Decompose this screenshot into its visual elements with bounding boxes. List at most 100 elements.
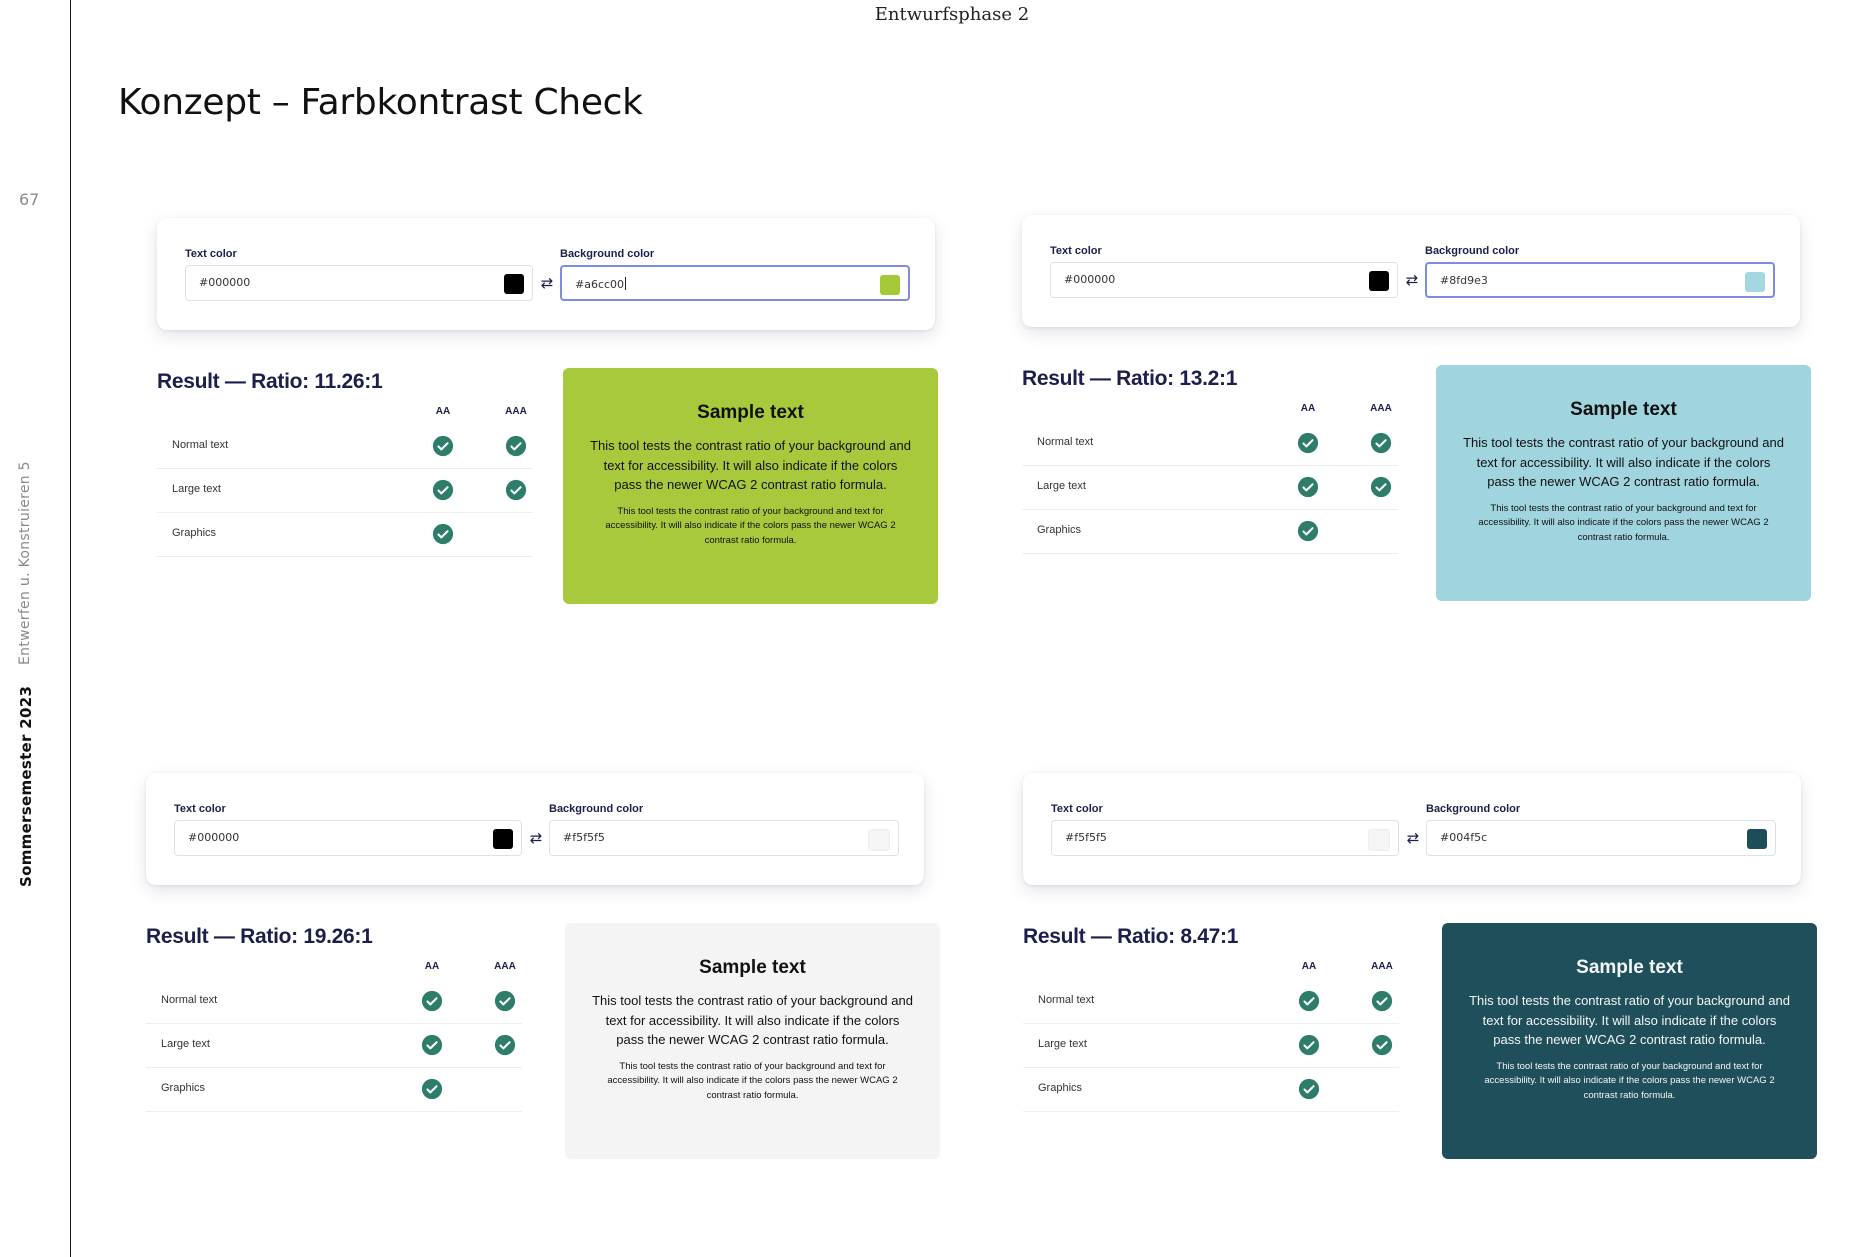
criteria-label: Graphics bbox=[172, 527, 217, 539]
text-color-swatch[interactable] bbox=[504, 274, 524, 294]
background-color-field[interactable]: #a6cc00 bbox=[560, 265, 910, 301]
text-color-field[interactable]: #000000 bbox=[185, 265, 533, 301]
check-circle-icon bbox=[1297, 476, 1319, 498]
background-color-label: Background color bbox=[1426, 803, 1521, 815]
background-color-label: Background color bbox=[560, 248, 655, 260]
criteria-label: Graphics bbox=[1038, 1082, 1083, 1094]
background-color-swatch[interactable] bbox=[1747, 829, 1767, 849]
criteria-row: Large text bbox=[1022, 465, 1398, 510]
level-aa-header: AA bbox=[1300, 403, 1316, 414]
text-color-field[interactable]: #000000 bbox=[1050, 262, 1398, 298]
text-color-value: #000000 bbox=[188, 831, 240, 844]
check-circle-icon bbox=[1371, 990, 1393, 1012]
text-color-value: #f5f5f5 bbox=[1065, 831, 1107, 844]
background-color-swatch[interactable] bbox=[880, 275, 900, 295]
criteria-row: Normal text bbox=[1022, 421, 1398, 466]
check-circle-icon bbox=[1298, 1078, 1320, 1100]
running-head: Entwurfsphase 2 bbox=[874, 4, 1030, 25]
color-input-card: Text color #000000 ⇄ Background color #f… bbox=[146, 773, 924, 885]
color-input-card: Text color #f5f5f5 ⇄ Background color #0… bbox=[1023, 773, 1801, 885]
text-color-swatch[interactable] bbox=[1368, 829, 1390, 851]
background-color-value: #004f5c bbox=[1440, 831, 1487, 844]
text-color-label: Text color bbox=[174, 803, 226, 815]
check-circle-icon bbox=[505, 435, 527, 457]
check-circle-icon bbox=[1298, 1034, 1320, 1056]
side-course-label: Entwerfen u. Konstruieren 5 bbox=[17, 461, 33, 665]
check-circle-icon bbox=[1298, 990, 1320, 1012]
page-title: Konzept – Farbkontrast Check bbox=[118, 82, 643, 123]
check-circle-icon bbox=[494, 990, 516, 1012]
criteria-row: Large text bbox=[146, 1023, 522, 1068]
sample-small-text: This tool tests the contrast ratio of yo… bbox=[1478, 502, 1769, 543]
check-circle-icon bbox=[432, 435, 454, 457]
criteria-row: Large text bbox=[1023, 1023, 1399, 1068]
sample-title: Sample text bbox=[1570, 399, 1677, 420]
text-color-label: Text color bbox=[185, 248, 237, 260]
background-color-field[interactable]: #8fd9e3 bbox=[1425, 262, 1775, 298]
criteria-label: Large text bbox=[1038, 1038, 1087, 1050]
check-circle-icon bbox=[432, 479, 454, 501]
sample-large-text: This tool tests the contrast ratio of yo… bbox=[1469, 993, 1790, 1047]
contrast-example-dark-teal: Text color #f5f5f5 ⇄ Background color #0… bbox=[1023, 773, 1817, 1173]
criteria-row: Graphics bbox=[1023, 1067, 1399, 1112]
background-color-label: Background color bbox=[549, 803, 644, 815]
swap-arrows-icon[interactable]: ⇄ bbox=[538, 274, 556, 292]
background-color-text: #004f5c bbox=[1440, 831, 1488, 844]
level-aa-header: AA bbox=[424, 961, 440, 972]
criteria-row: Graphics bbox=[1022, 509, 1398, 554]
result-heading: Result — Ratio: 11.26:1 bbox=[157, 370, 383, 393]
level-aaa-header: AAA bbox=[505, 406, 527, 417]
background-color-field[interactable]: #004f5c bbox=[1426, 820, 1776, 856]
color-input-card: Text color #000000 ⇄ Background color #a… bbox=[157, 218, 935, 330]
criteria-row: Normal text bbox=[146, 979, 522, 1024]
sample-small-text: This tool tests the contrast ratio of yo… bbox=[1484, 1060, 1775, 1101]
level-aaa-header: AAA bbox=[494, 961, 516, 972]
criteria-label: Normal text bbox=[172, 439, 229, 451]
criteria-row: Normal text bbox=[1023, 979, 1399, 1024]
check-circle-icon bbox=[1297, 432, 1319, 454]
background-color-field[interactable]: #f5f5f5 bbox=[549, 820, 899, 856]
page-number: 67 bbox=[19, 190, 40, 209]
criteria-label: Large text bbox=[172, 483, 221, 495]
sample-large-text: This tool tests the contrast ratio of yo… bbox=[592, 993, 913, 1047]
check-circle-icon bbox=[505, 479, 527, 501]
background-color-text: #a6cc00 bbox=[575, 278, 625, 291]
sample-title: Sample text bbox=[697, 402, 804, 423]
criteria-row: Large text bbox=[157, 468, 533, 513]
level-aaa-header: AAA bbox=[1370, 403, 1392, 414]
criteria-row: Normal text bbox=[157, 424, 533, 469]
sample-preview-card: Sample text This tool tests the contrast… bbox=[1436, 365, 1811, 601]
text-color-field[interactable]: #000000 bbox=[174, 820, 522, 856]
criteria-label: Normal text bbox=[161, 994, 218, 1006]
text-color-swatch[interactable] bbox=[1369, 271, 1389, 291]
background-color-swatch[interactable] bbox=[1745, 272, 1765, 292]
criteria-label: Large text bbox=[161, 1038, 210, 1050]
background-color-swatch[interactable] bbox=[868, 829, 890, 851]
sample-preview-card: Sample text This tool tests the contrast… bbox=[563, 368, 938, 604]
sample-preview-card: Sample text This tool tests the contrast… bbox=[565, 923, 940, 1159]
result-heading: Result — Ratio: 19.26:1 bbox=[146, 925, 373, 948]
check-circle-icon bbox=[1370, 432, 1392, 454]
text-color-label: Text color bbox=[1051, 803, 1103, 815]
swap-arrows-icon[interactable]: ⇄ bbox=[527, 829, 545, 847]
sample-small-text: This tool tests the contrast ratio of yo… bbox=[605, 505, 896, 546]
background-color-value: #f5f5f5 bbox=[563, 831, 605, 844]
text-color-value: #000000 bbox=[199, 276, 251, 289]
background-color-text: #f5f5f5 bbox=[563, 831, 605, 844]
result-heading: Result — Ratio: 13.2:1 bbox=[1022, 367, 1238, 390]
criteria-row: Graphics bbox=[146, 1067, 522, 1112]
text-color-value: #000000 bbox=[1064, 273, 1116, 286]
sample-title: Sample text bbox=[1576, 957, 1683, 978]
text-color-field[interactable]: #f5f5f5 bbox=[1051, 820, 1399, 856]
sample-large-text: This tool tests the contrast ratio of yo… bbox=[590, 438, 911, 492]
text-color-swatch[interactable] bbox=[493, 829, 513, 849]
swap-arrows-icon[interactable]: ⇄ bbox=[1403, 271, 1421, 289]
swap-arrows-icon[interactable]: ⇄ bbox=[1404, 829, 1422, 847]
background-color-value: #a6cc00 bbox=[575, 277, 627, 291]
criteria-label: Large text bbox=[1037, 480, 1086, 492]
criteria-row: Graphics bbox=[157, 512, 533, 557]
sample-small-text: This tool tests the contrast ratio of yo… bbox=[607, 1060, 898, 1101]
background-color-value: #8fd9e3 bbox=[1440, 274, 1488, 287]
criteria-label: Normal text bbox=[1038, 994, 1095, 1006]
check-circle-icon bbox=[421, 1034, 443, 1056]
